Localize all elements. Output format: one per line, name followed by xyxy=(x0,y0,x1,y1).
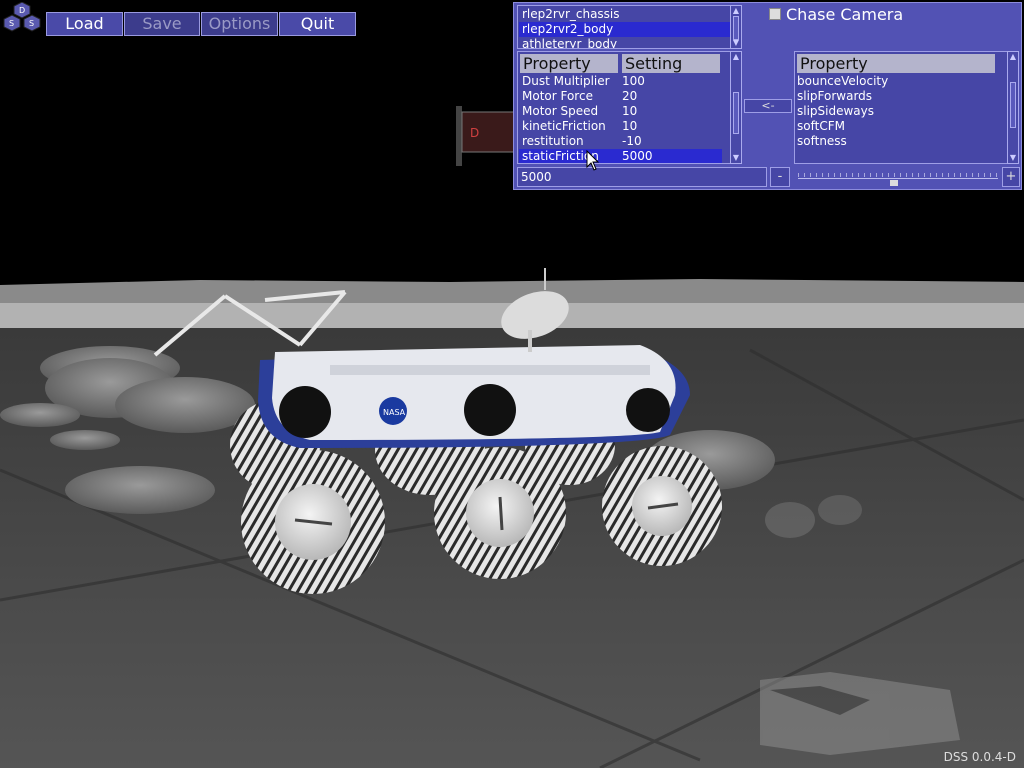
available-property-header: Property xyxy=(797,54,995,73)
increment-button[interactable]: + xyxy=(1002,167,1020,187)
value-input[interactable]: 5000 xyxy=(517,167,767,187)
scroll-up-icon[interactable]: ▲ xyxy=(1008,53,1018,61)
move-property-button[interactable]: <- xyxy=(744,99,792,113)
property-row[interactable]: Dust Multiplier 100 xyxy=(522,74,645,89)
available-property-item[interactable]: bounceVelocity xyxy=(797,74,888,89)
version-label: DSS 0.0.4-D xyxy=(943,750,1016,764)
save-button[interactable]: Save xyxy=(124,12,200,36)
property-table-scrollbar[interactable]: ▲ ▼ xyxy=(730,51,742,164)
property-value: -10 xyxy=(622,134,642,148)
slider-ticks xyxy=(798,173,998,177)
chase-camera-checkbox[interactable] xyxy=(769,8,781,20)
property-value: 20 xyxy=(622,89,638,103)
available-property-item[interactable]: softness xyxy=(797,134,847,149)
property-row[interactable]: restitution -10 xyxy=(522,134,642,149)
property-table[interactable]: Property Setting Dust Multiplier 100 Mot… xyxy=(517,51,742,164)
object-list[interactable]: rlep2rvr_chassis rlep2rvr2_body athleter… xyxy=(517,5,742,49)
dss-logo: D S S xyxy=(3,2,41,32)
scroll-thumb[interactable] xyxy=(1010,82,1016,128)
scroll-thumb[interactable] xyxy=(733,92,739,134)
slider-thumb[interactable] xyxy=(890,180,898,186)
property-name: Motor Force xyxy=(522,89,593,103)
scroll-up-icon[interactable]: ▲ xyxy=(731,7,741,15)
value-slider[interactable] xyxy=(794,167,1002,187)
mouse-cursor-icon xyxy=(586,150,600,171)
property-name: kineticFriction xyxy=(522,119,606,133)
scroll-down-icon[interactable]: ▼ xyxy=(731,154,741,162)
scroll-up-icon[interactable]: ▲ xyxy=(731,53,741,61)
property-value: 5000 xyxy=(622,149,653,163)
load-button[interactable]: Load xyxy=(46,12,123,36)
property-name: Motor Speed xyxy=(522,104,599,118)
object-item-selected[interactable]: rlep2rvr2_body xyxy=(519,22,732,37)
object-list-scrollbar[interactable]: ▲ ▼ xyxy=(730,5,742,49)
available-property-item[interactable]: slipForwards xyxy=(797,89,872,104)
svg-text:NASA: NASA xyxy=(383,408,406,417)
object-item[interactable]: rlep2rvr_chassis xyxy=(522,7,620,22)
scroll-down-icon[interactable]: ▼ xyxy=(731,39,741,47)
property-value: 100 xyxy=(622,74,645,88)
svg-text:D: D xyxy=(470,126,479,140)
slider-track xyxy=(798,178,998,179)
chase-camera-label: Chase Camera xyxy=(786,5,904,24)
available-property-item[interactable]: softCFM xyxy=(797,119,845,134)
property-row[interactable]: kineticFriction 10 xyxy=(522,119,637,134)
property-name: Dust Multiplier xyxy=(522,74,610,88)
property-value: 10 xyxy=(622,104,638,118)
logo-letter: S xyxy=(29,19,34,28)
object-item[interactable]: athleteryr_body xyxy=(522,37,617,48)
scroll-down-icon[interactable]: ▼ xyxy=(1008,154,1018,162)
property-row-selected[interactable]: staticFriction 5000 xyxy=(519,149,722,163)
property-column-header: Property xyxy=(520,54,618,73)
setting-column-header: Setting xyxy=(622,54,720,73)
logo-letter: S xyxy=(9,19,14,28)
property-name: restitution xyxy=(522,134,584,148)
scroll-thumb[interactable] xyxy=(733,16,739,40)
available-property-list[interactable]: Property bounceVelocity slipForwards sli… xyxy=(794,51,1019,164)
decrement-button[interactable]: - xyxy=(770,167,790,187)
property-row[interactable]: Motor Force 20 xyxy=(522,89,637,104)
quit-button[interactable]: Quit xyxy=(279,12,356,36)
available-property-item[interactable]: slipSideways xyxy=(797,104,874,119)
logo-letter: D xyxy=(19,6,25,15)
property-value: 10 xyxy=(622,119,638,133)
options-button[interactable]: Options xyxy=(201,12,278,36)
available-list-scrollbar[interactable]: ▲ ▼ xyxy=(1007,51,1019,164)
property-row[interactable]: Motor Speed 10 xyxy=(522,104,637,119)
